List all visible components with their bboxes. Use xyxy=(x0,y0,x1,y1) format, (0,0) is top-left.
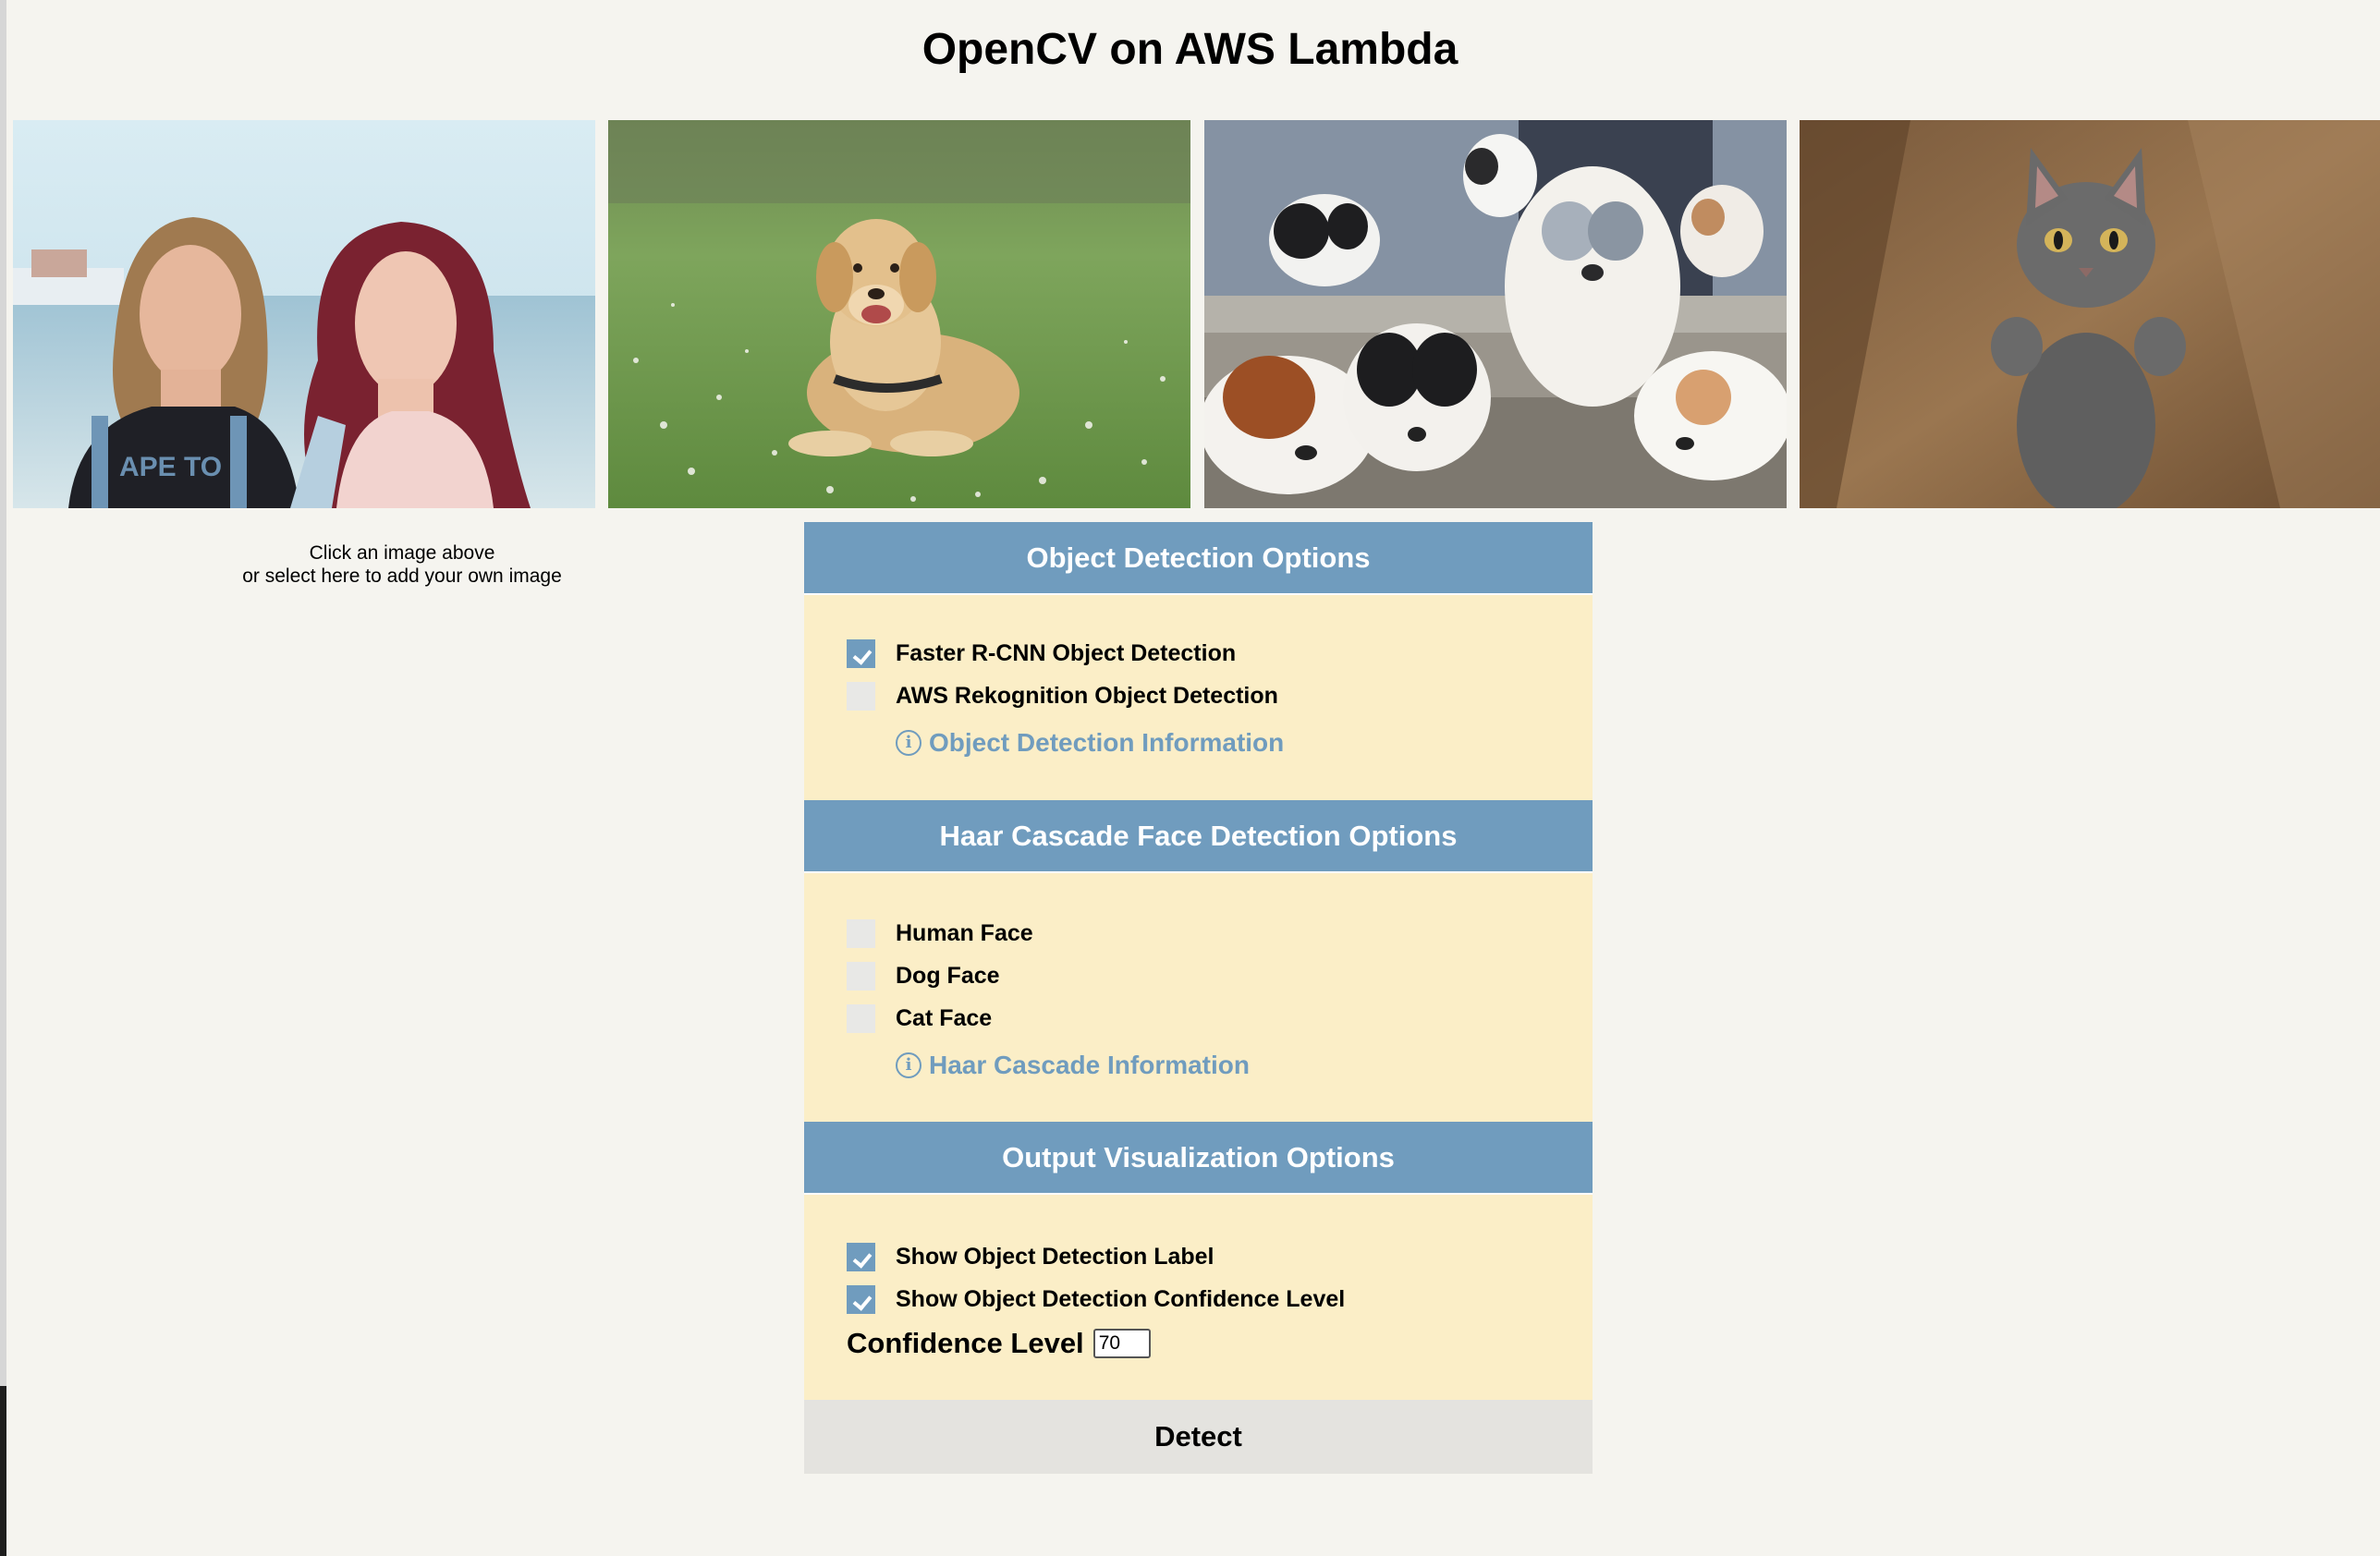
page-title: OpenCV on AWS Lambda xyxy=(921,25,1459,74)
confidence-level-row: Confidence Level xyxy=(847,1320,1550,1367)
option-cat-face[interactable]: Cat Face xyxy=(847,997,1550,1039)
gallery-image-dog-grass[interactable] xyxy=(608,120,1190,508)
options-panel: Object Detection Options Faster R-CNN Ob… xyxy=(804,522,1593,1474)
haar-cascade-info-link[interactable]: i Haar Cascade Information xyxy=(896,1045,1550,1086)
window-edge xyxy=(0,0,6,1556)
option-faster-rcnn[interactable]: Faster R-CNN Object Detection xyxy=(847,632,1550,675)
haar-cascade-options: Human Face Dog Face Cat Face i Haar Casc… xyxy=(804,873,1593,1122)
faster-rcnn-label: Faster R-CNN Object Detection xyxy=(896,639,1237,666)
object-detection-header: Object Detection Options xyxy=(804,522,1593,595)
info-circle-icon: i xyxy=(896,1052,921,1078)
object-detection-options: Faster R-CNN Object Detection AWS Rekogn… xyxy=(804,595,1593,800)
dog-face-label: Dog Face xyxy=(896,962,1000,989)
show-label-label: Show Object Detection Label xyxy=(896,1243,1214,1270)
output-visualization-options: Show Object Detection Label Show Object … xyxy=(804,1195,1593,1400)
object-detection-info-label: Object Detection Information xyxy=(929,728,1285,757)
gallery-image-women-beach[interactable]: APE TO xyxy=(13,120,595,508)
option-show-label[interactable]: Show Object Detection Label xyxy=(847,1235,1550,1278)
option-human-face[interactable]: Human Face xyxy=(847,912,1550,954)
cat-face-label: Cat Face xyxy=(896,1004,993,1031)
gallery-image-cat[interactable] xyxy=(1800,120,2380,508)
output-visualization-header: Output Visualization Options xyxy=(804,1122,1593,1195)
haar-cascade-info-label: Haar Cascade Information xyxy=(929,1051,1250,1079)
upload-image-link[interactable]: Click an image above or select here to a… xyxy=(13,541,791,588)
upload-hint-line1: Click an image above xyxy=(309,542,495,564)
aws-rekognition-label: AWS Rekognition Object Detection xyxy=(896,682,1278,709)
cat-face-checkbox[interactable] xyxy=(847,1003,875,1033)
confidence-level-input[interactable] xyxy=(1092,1329,1151,1358)
confidence-level-label: Confidence Level xyxy=(847,1327,1084,1359)
image-gallery: APE TO xyxy=(13,120,2380,508)
info-circle-icon: i xyxy=(896,730,921,756)
show-label-checkbox[interactable] xyxy=(847,1242,875,1271)
object-detection-info-link[interactable]: i Object Detection Information xyxy=(896,723,1550,763)
option-aws-rekognition[interactable]: AWS Rekognition Object Detection xyxy=(847,675,1550,717)
haar-cascade-header: Haar Cascade Face Detection Options xyxy=(804,800,1593,873)
gallery-image-puppies[interactable] xyxy=(1204,120,1787,508)
faster-rcnn-checkbox[interactable] xyxy=(847,638,875,668)
detect-button[interactable]: Detect xyxy=(804,1400,1593,1474)
show-confidence-label: Show Object Detection Confidence Level xyxy=(896,1285,1346,1312)
shirt-text: APE TO xyxy=(119,452,222,482)
dog-face-checkbox[interactable] xyxy=(847,961,875,991)
option-show-confidence[interactable]: Show Object Detection Confidence Level xyxy=(847,1278,1550,1320)
human-face-checkbox[interactable] xyxy=(847,918,875,948)
window-edge-dark xyxy=(0,1386,6,1556)
show-confidence-checkbox[interactable] xyxy=(847,1284,875,1314)
upload-hint-line2: or select here to add your own image xyxy=(242,565,562,587)
aws-rekognition-checkbox[interactable] xyxy=(847,681,875,711)
human-face-label: Human Face xyxy=(896,919,1033,946)
page: OpenCV on AWS Lambda APE TO Click an ima… xyxy=(0,0,2380,1556)
option-dog-face[interactable]: Dog Face xyxy=(847,954,1550,997)
